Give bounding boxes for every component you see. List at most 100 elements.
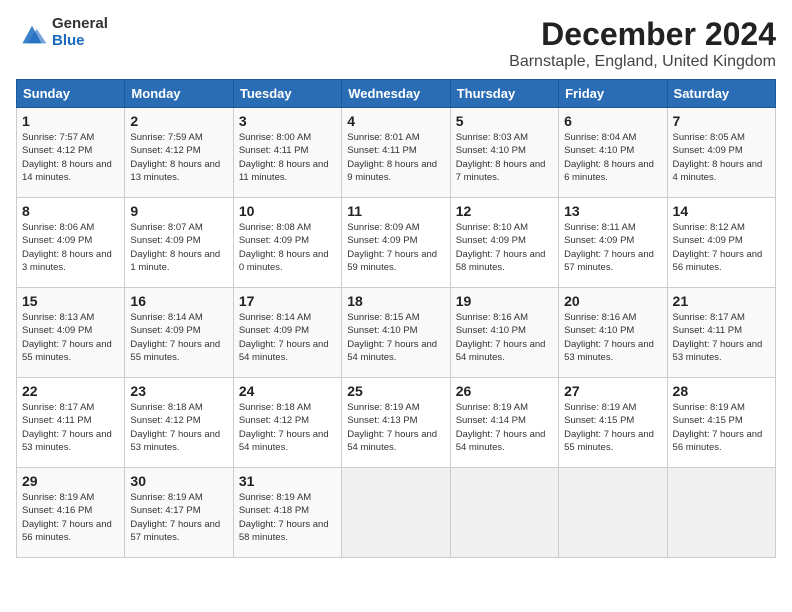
calendar-cell: 29 Sunrise: 8:19 AM Sunset: 4:16 PM Dayl… xyxy=(17,468,125,558)
calendar-cell: 16 Sunrise: 8:14 AM Sunset: 4:09 PM Dayl… xyxy=(125,288,233,378)
calendar-cell: 21 Sunrise: 8:17 AM Sunset: 4:11 PM Dayl… xyxy=(667,288,775,378)
daylight-label: Daylight: 7 hours and 54 minutes. xyxy=(239,339,329,363)
day-info: Sunrise: 8:19 AM Sunset: 4:18 PM Dayligh… xyxy=(239,491,336,544)
day-number: 30 xyxy=(130,473,227,489)
sunset-label: Sunset: 4:12 PM xyxy=(22,145,92,156)
day-number: 1 xyxy=(22,113,119,129)
sunset-label: Sunset: 4:09 PM xyxy=(347,235,417,246)
sunset-label: Sunset: 4:10 PM xyxy=(564,145,634,156)
day-info: Sunrise: 8:09 AM Sunset: 4:09 PM Dayligh… xyxy=(347,221,444,274)
day-info: Sunrise: 8:17 AM Sunset: 4:11 PM Dayligh… xyxy=(22,401,119,454)
sunrise-label: Sunrise: 8:18 AM xyxy=(239,402,311,413)
sunrise-label: Sunrise: 8:18 AM xyxy=(130,402,202,413)
day-number: 19 xyxy=(456,293,553,309)
sunset-label: Sunset: 4:09 PM xyxy=(22,325,92,336)
day-number: 10 xyxy=(239,203,336,219)
sunrise-label: Sunrise: 8:19 AM xyxy=(22,492,94,503)
sunrise-label: Sunrise: 8:05 AM xyxy=(673,132,745,143)
day-info: Sunrise: 8:00 AM Sunset: 4:11 PM Dayligh… xyxy=(239,131,336,184)
header-saturday: Saturday xyxy=(667,80,775,108)
calendar-cell: 7 Sunrise: 8:05 AM Sunset: 4:09 PM Dayli… xyxy=(667,108,775,198)
day-info: Sunrise: 8:10 AM Sunset: 4:09 PM Dayligh… xyxy=(456,221,553,274)
month-title: December 2024 xyxy=(509,16,776,53)
day-info: Sunrise: 8:15 AM Sunset: 4:10 PM Dayligh… xyxy=(347,311,444,364)
day-info: Sunrise: 8:07 AM Sunset: 4:09 PM Dayligh… xyxy=(130,221,227,274)
sunset-label: Sunset: 4:09 PM xyxy=(673,235,743,246)
calendar-cell: 28 Sunrise: 8:19 AM Sunset: 4:15 PM Dayl… xyxy=(667,378,775,468)
day-number: 15 xyxy=(22,293,119,309)
calendar-cell: 10 Sunrise: 8:08 AM Sunset: 4:09 PM Dayl… xyxy=(233,198,341,288)
calendar-week-5: 29 Sunrise: 8:19 AM Sunset: 4:16 PM Dayl… xyxy=(17,468,776,558)
day-info: Sunrise: 8:19 AM Sunset: 4:15 PM Dayligh… xyxy=(564,401,661,454)
sunrise-label: Sunrise: 8:03 AM xyxy=(456,132,528,143)
calendar-cell: 20 Sunrise: 8:16 AM Sunset: 4:10 PM Dayl… xyxy=(559,288,667,378)
calendar-cell: 17 Sunrise: 8:14 AM Sunset: 4:09 PM Dayl… xyxy=(233,288,341,378)
daylight-label: Daylight: 7 hours and 58 minutes. xyxy=(239,519,329,543)
calendar-cell xyxy=(450,468,558,558)
calendar-cell: 14 Sunrise: 8:12 AM Sunset: 4:09 PM Dayl… xyxy=(667,198,775,288)
day-info: Sunrise: 8:19 AM Sunset: 4:13 PM Dayligh… xyxy=(347,401,444,454)
sunrise-label: Sunrise: 8:12 AM xyxy=(673,222,745,233)
day-number: 14 xyxy=(673,203,770,219)
day-info: Sunrise: 7:59 AM Sunset: 4:12 PM Dayligh… xyxy=(130,131,227,184)
daylight-label: Daylight: 7 hours and 55 minutes. xyxy=(564,429,654,453)
sunset-label: Sunset: 4:14 PM xyxy=(456,415,526,426)
day-number: 3 xyxy=(239,113,336,129)
sunrise-label: Sunrise: 8:16 AM xyxy=(564,312,636,323)
sunset-label: Sunset: 4:12 PM xyxy=(130,415,200,426)
sunrise-label: Sunrise: 8:09 AM xyxy=(347,222,419,233)
calendar-cell xyxy=(667,468,775,558)
day-number: 21 xyxy=(673,293,770,309)
daylight-label: Daylight: 7 hours and 53 minutes. xyxy=(22,429,112,453)
sunrise-label: Sunrise: 8:14 AM xyxy=(130,312,202,323)
calendar-cell: 4 Sunrise: 8:01 AM Sunset: 4:11 PM Dayli… xyxy=(342,108,450,198)
sunset-label: Sunset: 4:13 PM xyxy=(347,415,417,426)
sunset-label: Sunset: 4:09 PM xyxy=(22,235,92,246)
day-number: 23 xyxy=(130,383,227,399)
calendar-week-1: 1 Sunrise: 7:57 AM Sunset: 4:12 PM Dayli… xyxy=(17,108,776,198)
header-monday: Monday xyxy=(125,80,233,108)
daylight-label: Daylight: 7 hours and 54 minutes. xyxy=(239,429,329,453)
calendar-cell xyxy=(342,468,450,558)
sunrise-label: Sunrise: 7:59 AM xyxy=(130,132,202,143)
day-info: Sunrise: 8:18 AM Sunset: 4:12 PM Dayligh… xyxy=(130,401,227,454)
sunrise-label: Sunrise: 8:11 AM xyxy=(564,222,636,233)
sunset-label: Sunset: 4:18 PM xyxy=(239,505,309,516)
weekday-header-row: Sunday Monday Tuesday Wednesday Thursday… xyxy=(17,80,776,108)
day-info: Sunrise: 8:19 AM Sunset: 4:16 PM Dayligh… xyxy=(22,491,119,544)
calendar-cell: 22 Sunrise: 8:17 AM Sunset: 4:11 PM Dayl… xyxy=(17,378,125,468)
day-number: 27 xyxy=(564,383,661,399)
day-number: 2 xyxy=(130,113,227,129)
sunrise-label: Sunrise: 7:57 AM xyxy=(22,132,94,143)
day-info: Sunrise: 8:18 AM Sunset: 4:12 PM Dayligh… xyxy=(239,401,336,454)
sunrise-label: Sunrise: 8:13 AM xyxy=(22,312,94,323)
day-number: 7 xyxy=(673,113,770,129)
day-number: 16 xyxy=(130,293,227,309)
daylight-label: Daylight: 8 hours and 4 minutes. xyxy=(673,159,763,183)
day-info: Sunrise: 8:17 AM Sunset: 4:11 PM Dayligh… xyxy=(673,311,770,364)
calendar-cell: 9 Sunrise: 8:07 AM Sunset: 4:09 PM Dayli… xyxy=(125,198,233,288)
calendar-cell: 27 Sunrise: 8:19 AM Sunset: 4:15 PM Dayl… xyxy=(559,378,667,468)
sunrise-label: Sunrise: 8:14 AM xyxy=(239,312,311,323)
header-wednesday: Wednesday xyxy=(342,80,450,108)
day-info: Sunrise: 7:57 AM Sunset: 4:12 PM Dayligh… xyxy=(22,131,119,184)
daylight-label: Daylight: 7 hours and 54 minutes. xyxy=(347,429,437,453)
daylight-label: Daylight: 7 hours and 56 minutes. xyxy=(673,249,763,273)
title-area: December 2024 Barnstaple, England, Unite… xyxy=(509,16,776,71)
day-number: 18 xyxy=(347,293,444,309)
daylight-label: Daylight: 8 hours and 13 minutes. xyxy=(130,159,220,183)
sunrise-label: Sunrise: 8:06 AM xyxy=(22,222,94,233)
day-info: Sunrise: 8:08 AM Sunset: 4:09 PM Dayligh… xyxy=(239,221,336,274)
calendar-cell: 13 Sunrise: 8:11 AM Sunset: 4:09 PM Dayl… xyxy=(559,198,667,288)
sunset-label: Sunset: 4:12 PM xyxy=(239,415,309,426)
sunrise-label: Sunrise: 8:04 AM xyxy=(564,132,636,143)
daylight-label: Daylight: 7 hours and 56 minutes. xyxy=(673,429,763,453)
day-info: Sunrise: 8:16 AM Sunset: 4:10 PM Dayligh… xyxy=(564,311,661,364)
calendar-cell: 31 Sunrise: 8:19 AM Sunset: 4:18 PM Dayl… xyxy=(233,468,341,558)
sunrise-label: Sunrise: 8:01 AM xyxy=(347,132,419,143)
sunrise-label: Sunrise: 8:19 AM xyxy=(564,402,636,413)
daylight-label: Daylight: 7 hours and 57 minutes. xyxy=(564,249,654,273)
sunset-label: Sunset: 4:09 PM xyxy=(130,325,200,336)
calendar-cell: 26 Sunrise: 8:19 AM Sunset: 4:14 PM Dayl… xyxy=(450,378,558,468)
sunset-label: Sunset: 4:10 PM xyxy=(456,325,526,336)
